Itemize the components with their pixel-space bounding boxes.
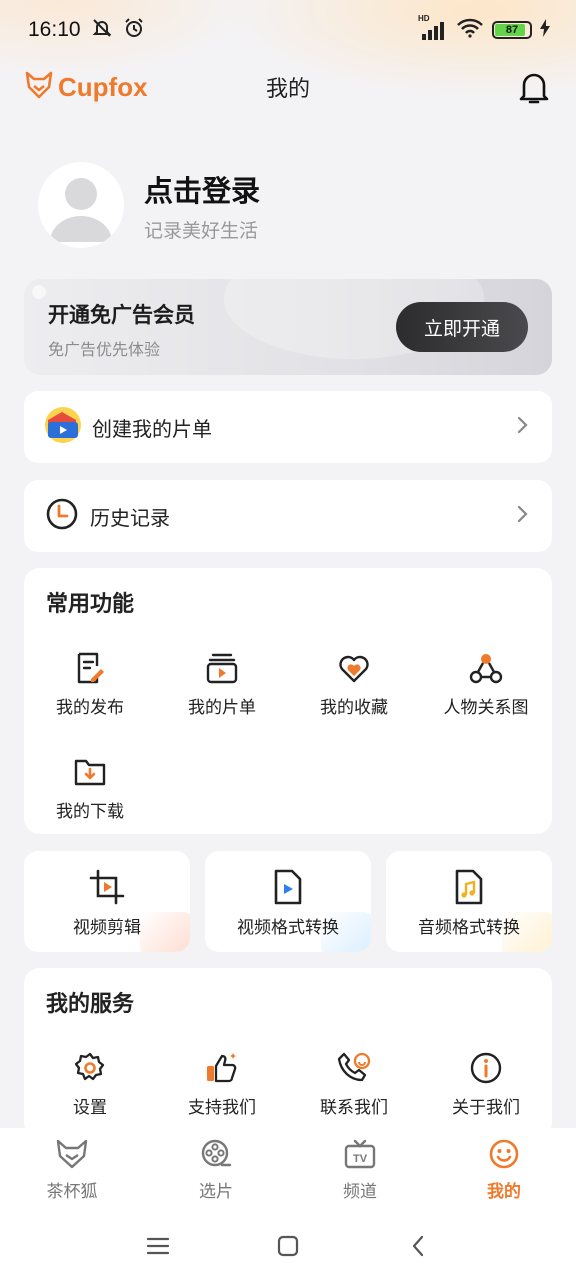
support-us-item[interactable]: 支持我们 bbox=[156, 1050, 288, 1118]
my-posts-item[interactable]: 我的发布 bbox=[24, 650, 156, 718]
avatar[interactable] bbox=[38, 162, 124, 248]
chevron-right-icon bbox=[516, 504, 530, 528]
charging-icon bbox=[540, 19, 550, 41]
home-square-icon[interactable] bbox=[223, 1234, 353, 1258]
profile-login[interactable]: 点击登录 记录美好生活 bbox=[38, 162, 260, 248]
my-downloads-label: 我的下载 bbox=[56, 802, 124, 822]
settings-item[interactable]: 设置 bbox=[24, 1050, 156, 1118]
chevron-right-icon bbox=[516, 415, 530, 439]
vip-card[interactable]: 开通免广告会员 免广告优先体验 立即开通 bbox=[24, 279, 552, 375]
bell-icon[interactable] bbox=[518, 70, 550, 110]
my-favorites-item[interactable]: 我的收藏 bbox=[288, 650, 420, 718]
nav-browse[interactable]: 选片 bbox=[144, 1128, 288, 1212]
battery-level: 87 bbox=[505, 24, 519, 36]
my-playlists-item[interactable]: 我的片单 bbox=[156, 650, 288, 718]
film-reel-icon bbox=[200, 1138, 232, 1174]
alarm-icon bbox=[123, 17, 145, 44]
my-playlists-label: 我的片单 bbox=[188, 698, 256, 718]
create-playlist-label: 创建我的片单 bbox=[92, 416, 212, 441]
contact-us-item[interactable]: 联系我们 bbox=[288, 1050, 420, 1118]
relation-graph-item[interactable]: 人物关系图 bbox=[420, 650, 552, 718]
network-label: HD bbox=[418, 14, 430, 23]
nav-home-label: 茶杯狐 bbox=[46, 1182, 98, 1202]
services-panel: 我的服务 设置 支持我们 联系我们 关于我们 bbox=[24, 968, 552, 1138]
my-favorites-label: 我的收藏 bbox=[320, 698, 388, 718]
nav-mine[interactable]: 我的 bbox=[432, 1128, 576, 1212]
video-convert-label: 视频格式转换 bbox=[237, 918, 339, 938]
logo[interactable]: Cupfox bbox=[24, 70, 148, 104]
nav-channels-label: 频道 bbox=[343, 1182, 377, 1202]
playlist-icon bbox=[204, 650, 240, 686]
menu-icon[interactable] bbox=[93, 1235, 223, 1257]
bottom-nav: 茶杯狐 选片 TV 频道 我的 bbox=[0, 1128, 576, 1212]
heart-icon bbox=[336, 650, 372, 686]
history-row[interactable]: 历史记录 bbox=[24, 480, 552, 552]
tv-icon: TV bbox=[343, 1138, 377, 1174]
contact-us-label: 联系我们 bbox=[320, 1098, 388, 1118]
video-edit-card[interactable]: 视频剪辑 bbox=[24, 851, 190, 952]
svg-text:TV: TV bbox=[353, 1153, 368, 1165]
status-time: 16:10 bbox=[28, 18, 81, 41]
wifi-icon bbox=[456, 17, 484, 43]
gear-icon bbox=[72, 1050, 108, 1086]
audio-convert-card[interactable]: 音频格式转换 bbox=[386, 851, 552, 952]
video-file-icon bbox=[268, 867, 308, 907]
relation-graph-icon bbox=[468, 650, 504, 686]
about-us-label: 关于我们 bbox=[452, 1098, 520, 1118]
fox-logo-icon bbox=[24, 70, 54, 104]
create-playlist-row[interactable]: 创建我的片单 bbox=[24, 391, 552, 463]
download-folder-icon bbox=[72, 754, 108, 790]
vip-subtitle: 免广告优先体验 bbox=[48, 340, 161, 359]
back-icon[interactable] bbox=[353, 1234, 483, 1258]
edit-doc-icon bbox=[72, 650, 108, 686]
history-label: 历史记录 bbox=[90, 505, 170, 530]
audio-convert-label: 音频格式转换 bbox=[418, 918, 520, 938]
logo-text: Cupfox bbox=[58, 71, 148, 102]
phone-icon bbox=[336, 1050, 372, 1086]
audio-file-icon bbox=[449, 867, 489, 907]
info-icon bbox=[468, 1050, 504, 1086]
my-downloads-item[interactable]: 我的下载 bbox=[24, 754, 156, 822]
system-nav-bar bbox=[0, 1212, 576, 1280]
nav-browse-label: 选片 bbox=[199, 1182, 233, 1202]
login-subtitle: 记录美好生活 bbox=[144, 219, 259, 242]
nav-channels[interactable]: TV 频道 bbox=[288, 1128, 432, 1212]
video-edit-label: 视频剪辑 bbox=[73, 918, 141, 938]
status-bar: 16:10 HD 87 bbox=[0, 0, 576, 60]
crop-icon bbox=[87, 867, 127, 907]
thumbs-up-icon bbox=[204, 1050, 240, 1086]
services-title: 我的服务 bbox=[46, 992, 135, 1017]
relation-graph-label: 人物关系图 bbox=[443, 698, 529, 718]
nav-mine-label: 我的 bbox=[487, 1182, 521, 1202]
playlist-colorful-icon bbox=[44, 406, 82, 448]
signal-icon: HD bbox=[418, 14, 448, 40]
video-convert-card[interactable]: 视频格式转换 bbox=[205, 851, 371, 952]
clock-icon bbox=[44, 496, 80, 536]
my-posts-label: 我的发布 bbox=[56, 698, 124, 718]
settings-label: 设置 bbox=[73, 1098, 107, 1118]
vip-open-button[interactable]: 立即开通 bbox=[396, 302, 528, 352]
common-functions-panel: 常用功能 我的发布 我的片单 我的收藏 人物关系图 我的下载 bbox=[24, 568, 552, 834]
battery-indicator: 87 bbox=[492, 21, 532, 39]
login-title[interactable]: 点击登录 bbox=[144, 168, 260, 210]
nav-home[interactable]: 茶杯狐 bbox=[0, 1128, 144, 1212]
card-accent bbox=[140, 912, 190, 952]
support-us-label: 支持我们 bbox=[188, 1098, 256, 1118]
vip-decoration-dot bbox=[32, 285, 46, 299]
fox-icon bbox=[55, 1138, 89, 1174]
smile-icon bbox=[488, 1138, 520, 1174]
vip-title: 开通免广告会员 bbox=[48, 303, 195, 327]
about-us-item[interactable]: 关于我们 bbox=[420, 1050, 552, 1118]
header: Cupfox 我的 bbox=[0, 62, 576, 112]
common-functions-title: 常用功能 bbox=[46, 592, 135, 617]
mute-icon bbox=[91, 17, 113, 44]
